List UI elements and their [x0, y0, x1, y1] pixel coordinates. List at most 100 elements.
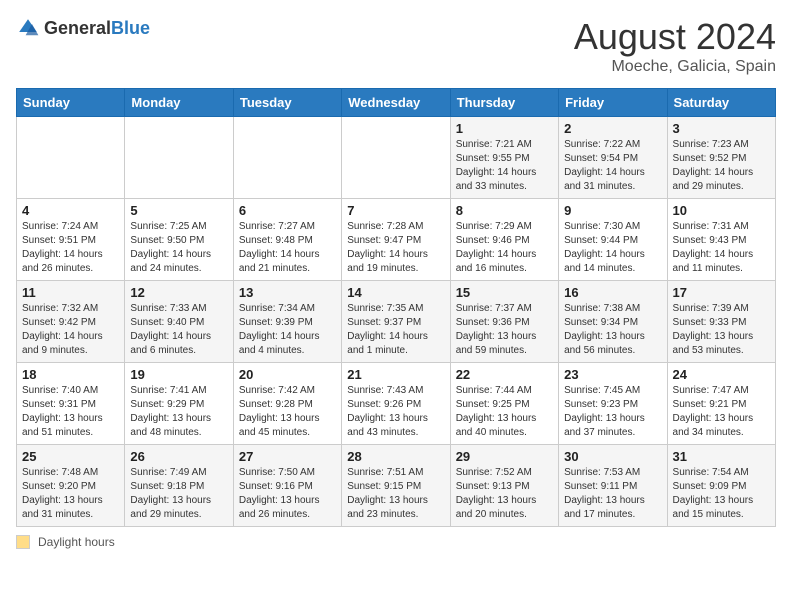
calendar-cell: 31Sunrise: 7:54 AM Sunset: 9:09 PM Dayli…: [667, 445, 775, 527]
day-number: 21: [347, 367, 444, 382]
day-info: Sunrise: 7:45 AM Sunset: 9:23 PM Dayligh…: [564, 384, 661, 440]
day-number: 6: [239, 203, 336, 218]
calendar-cell: 28 Sunrise: 7:51 AM Sunset: 9:15 PM Dayli…: [342, 445, 450, 527]
day-info: Sunrise: 7:32 AM Sunset: 9:42 PM Dayligh…: [22, 302, 119, 358]
calendar-cell: 3 Sunrise: 7:23 AM Sunset: 9:52 PM Daylig…: [667, 117, 775, 199]
calendar-cell: 27 Sunrise: 7:50 AM Sunset: 9:16 PM Dayli…: [233, 445, 341, 527]
day-number: 25: [22, 449, 119, 464]
title-block: August 2024 Moeche, Galicia, Spain: [574, 16, 776, 76]
day-number: 8: [456, 203, 553, 218]
calendar-cell: 8Sunrise: 7:29 AM Sunset: 9:46 PM Daylig…: [450, 199, 558, 281]
day-info: Sunrise: 7:42 AM Sunset: 9:28 PM Dayligh…: [239, 384, 336, 440]
day-info: Sunrise: 7:31 AM Sunset: 9:43 PM Dayligh…: [673, 220, 770, 276]
day-number: 7: [347, 203, 444, 218]
day-number: 4: [22, 203, 119, 218]
calendar-week-row: 18Sunrise: 7:40 AM Sunset: 9:31 PM Dayli…: [17, 363, 776, 445]
day-info: Sunrise: 7:30 AM Sunset: 9:44 PM Dayligh…: [564, 220, 661, 276]
calendar-table: SundayMondayTuesdayWednesdayThursdayFrid…: [16, 88, 776, 527]
day-number: 2: [564, 121, 661, 136]
legend-color-box: [16, 535, 30, 549]
day-number: 23: [564, 367, 661, 382]
calendar-cell: 25 Sunrise: 7:48 AM Sunset: 9:20 PM Dayli…: [17, 445, 125, 527]
logo-icon: [16, 16, 40, 40]
day-info: Sunrise: 7:49 AM Sunset: 9:18 PM Dayligh…: [130, 466, 227, 522]
day-info: Sunrise: 7:41 AM Sunset: 9:29 PM Dayligh…: [130, 384, 227, 440]
calendar-cell: 20 Sunrise: 7:42 AM Sunset: 9:28 PM Dayli…: [233, 363, 341, 445]
day-info: Sunrise: 7:44 AM Sunset: 9:25 PM Dayligh…: [456, 384, 553, 440]
day-info: Sunrise: 7:53 AM Sunset: 9:11 PM Dayligh…: [564, 466, 661, 522]
day-number: 14: [347, 285, 444, 300]
day-number: 11: [22, 285, 119, 300]
calendar-cell: 11 Sunrise: 7:32 AM Sunset: 9:42 PM Dayli…: [17, 281, 125, 363]
weekday-header-friday: Friday: [559, 89, 667, 117]
day-number: 1: [456, 121, 553, 136]
calendar-cell: 22 Sunrise: 7:44 AM Sunset: 9:25 PM Dayli…: [450, 363, 558, 445]
day-number: 3: [673, 121, 770, 136]
location-subtitle: Moeche, Galicia, Spain: [574, 58, 776, 76]
weekday-header-row: SundayMondayTuesdayWednesdayThursdayFrid…: [17, 89, 776, 117]
weekday-header-saturday: Saturday: [667, 89, 775, 117]
day-info: Sunrise: 7:21 AM Sunset: 9:55 PM Dayligh…: [456, 138, 553, 194]
calendar-cell: 17 Sunrise: 7:39 AM Sunset: 9:33 PM Dayli…: [667, 281, 775, 363]
day-info: Sunrise: 7:38 AM Sunset: 9:34 PM Dayligh…: [564, 302, 661, 358]
weekday-header-sunday: Sunday: [17, 89, 125, 117]
day-info: Sunrise: 7:23 AM Sunset: 9:52 PM Dayligh…: [673, 138, 770, 194]
day-info: Sunrise: 7:54 AM Sunset: 9:09 PM Dayligh…: [673, 466, 770, 522]
legend-label: Daylight hours: [38, 535, 115, 549]
logo-general: General: [44, 18, 111, 38]
logo-blue: Blue: [111, 18, 150, 38]
day-number: 20: [239, 367, 336, 382]
calendar-cell: [342, 117, 450, 199]
calendar-cell: 19 Sunrise: 7:41 AM Sunset: 9:29 PM Dayli…: [125, 363, 233, 445]
calendar-cell: 5Sunrise: 7:25 AM Sunset: 9:50 PM Daylig…: [125, 199, 233, 281]
calendar-cell: 18Sunrise: 7:40 AM Sunset: 9:31 PM Dayli…: [17, 363, 125, 445]
day-number: 9: [564, 203, 661, 218]
calendar-cell: 1 Sunrise: 7:21 AM Sunset: 9:55 PM Daylig…: [450, 117, 558, 199]
day-number: 13: [239, 285, 336, 300]
day-info: Sunrise: 7:39 AM Sunset: 9:33 PM Dayligh…: [673, 302, 770, 358]
calendar-cell: 4Sunrise: 7:24 AM Sunset: 9:51 PM Daylig…: [17, 199, 125, 281]
day-number: 17: [673, 285, 770, 300]
day-number: 18: [22, 367, 119, 382]
weekday-header-wednesday: Wednesday: [342, 89, 450, 117]
day-number: 22: [456, 367, 553, 382]
logo: GeneralBlue: [16, 16, 150, 40]
calendar-cell: 6 Sunrise: 7:27 AM Sunset: 9:48 PM Daylig…: [233, 199, 341, 281]
day-info: Sunrise: 7:25 AM Sunset: 9:50 PM Dayligh…: [130, 220, 227, 276]
calendar-cell: 24Sunrise: 7:47 AM Sunset: 9:21 PM Dayli…: [667, 363, 775, 445]
calendar-week-row: 11 Sunrise: 7:32 AM Sunset: 9:42 PM Dayli…: [17, 281, 776, 363]
day-info: Sunrise: 7:51 AM Sunset: 9:15 PM Dayligh…: [347, 466, 444, 522]
calendar-cell: 12Sunrise: 7:33 AM Sunset: 9:40 PM Dayli…: [125, 281, 233, 363]
day-info: Sunrise: 7:33 AM Sunset: 9:40 PM Dayligh…: [130, 302, 227, 358]
day-info: Sunrise: 7:27 AM Sunset: 9:48 PM Dayligh…: [239, 220, 336, 276]
calendar-week-row: 4Sunrise: 7:24 AM Sunset: 9:51 PM Daylig…: [17, 199, 776, 281]
weekday-header-monday: Monday: [125, 89, 233, 117]
day-number: 19: [130, 367, 227, 382]
day-number: 16: [564, 285, 661, 300]
day-number: 10: [673, 203, 770, 218]
day-info: Sunrise: 7:22 AM Sunset: 9:54 PM Dayligh…: [564, 138, 661, 194]
day-number: 24: [673, 367, 770, 382]
calendar-cell: 29 Sunrise: 7:52 AM Sunset: 9:13 PM Dayli…: [450, 445, 558, 527]
day-number: 15: [456, 285, 553, 300]
day-number: 28: [347, 449, 444, 464]
calendar-week-row: 1 Sunrise: 7:21 AM Sunset: 9:55 PM Daylig…: [17, 117, 776, 199]
day-number: 29: [456, 449, 553, 464]
day-info: Sunrise: 7:50 AM Sunset: 9:16 PM Dayligh…: [239, 466, 336, 522]
day-info: Sunrise: 7:43 AM Sunset: 9:26 PM Dayligh…: [347, 384, 444, 440]
legend: Daylight hours: [16, 535, 776, 549]
calendar-cell: 21 Sunrise: 7:43 AM Sunset: 9:26 PM Dayli…: [342, 363, 450, 445]
calendar-cell: [17, 117, 125, 199]
calendar-cell: 13Sunrise: 7:34 AM Sunset: 9:39 PM Dayli…: [233, 281, 341, 363]
day-number: 27: [239, 449, 336, 464]
calendar-cell: 15Sunrise: 7:37 AM Sunset: 9:36 PM Dayli…: [450, 281, 558, 363]
calendar-cell: 30 Sunrise: 7:53 AM Sunset: 9:11 PM Dayli…: [559, 445, 667, 527]
day-number: 30: [564, 449, 661, 464]
weekday-header-thursday: Thursday: [450, 89, 558, 117]
calendar-cell: 10 Sunrise: 7:31 AM Sunset: 9:43 PM Dayli…: [667, 199, 775, 281]
day-info: Sunrise: 7:48 AM Sunset: 9:20 PM Dayligh…: [22, 466, 119, 522]
calendar-cell: 14 Sunrise: 7:35 AM Sunset: 9:37 PM Dayli…: [342, 281, 450, 363]
calendar-cell: 26Sunrise: 7:49 AM Sunset: 9:18 PM Dayli…: [125, 445, 233, 527]
day-info: Sunrise: 7:35 AM Sunset: 9:37 PM Dayligh…: [347, 302, 444, 358]
day-info: Sunrise: 7:52 AM Sunset: 9:13 PM Dayligh…: [456, 466, 553, 522]
